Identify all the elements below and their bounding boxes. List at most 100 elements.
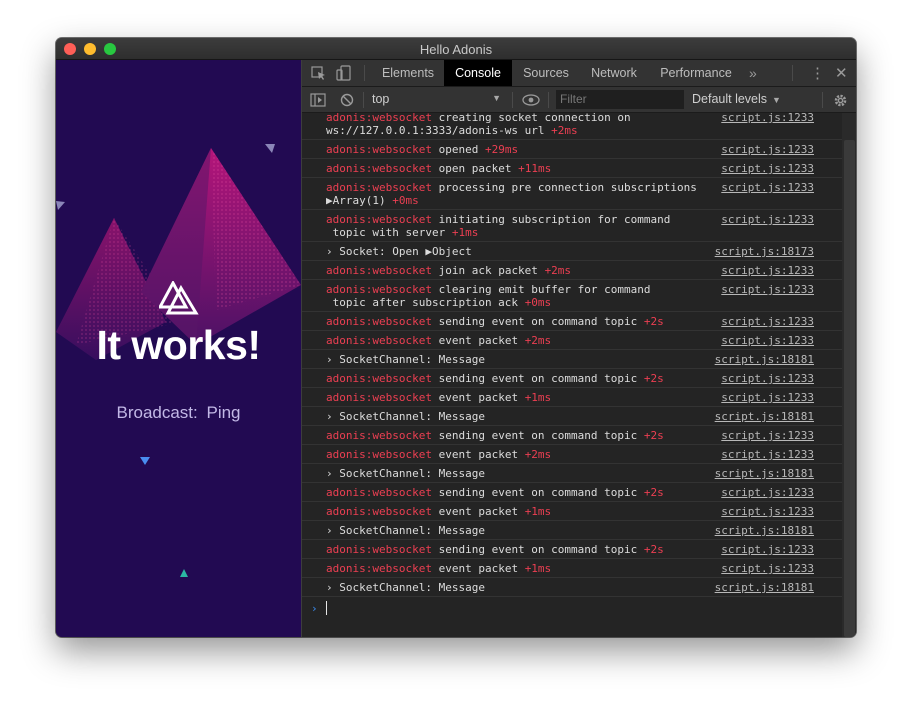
source-link[interactable]: script.js:18173 — [715, 245, 814, 258]
console-message-text: adonis:websocket sending event on comman… — [326, 486, 711, 499]
debug-namespace: adonis:websocket — [326, 315, 432, 328]
elapsed-time: +0ms — [392, 194, 419, 207]
console-message-text: adonis:websocket join ack packet +2ms — [326, 264, 711, 277]
console-message-text: adonis:websocket open packet +11ms — [326, 162, 711, 175]
console-message-row: › SocketChannel: Message script.js:18181 — [302, 407, 842, 426]
tab-network[interactable]: Network — [582, 60, 646, 86]
message-line: opened — [431, 143, 479, 156]
scrollbar-thumb[interactable] — [844, 140, 855, 637]
source-link[interactable]: script.js:1233 — [721, 372, 814, 385]
message-line: topic with server — [326, 226, 446, 239]
source-link[interactable]: script.js:1233 — [721, 448, 814, 461]
log-levels-label: Default levels — [692, 92, 768, 106]
source-link[interactable]: script.js:1233 — [721, 264, 814, 277]
page-heading: It works! — [96, 322, 261, 368]
source-link[interactable]: script.js:1233 — [721, 391, 814, 404]
console-object-log[interactable]: › SocketChannel: Message — [326, 581, 485, 594]
filter-input[interactable]: Filter — [556, 90, 684, 109]
elapsed-time: +1ms — [524, 505, 552, 518]
tab-elements[interactable]: Elements — [374, 60, 442, 86]
debug-namespace: adonis:websocket — [326, 334, 432, 347]
console-scrollbar[interactable] — [842, 113, 856, 637]
console-prompt[interactable]: › — [302, 599, 842, 619]
source-link[interactable]: script.js:1233 — [721, 543, 814, 556]
message-line: clearing emit buffer for command — [431, 283, 651, 296]
elapsed-time: +2s — [643, 429, 664, 442]
console-message-text: adonis:websocket event packet +1ms — [326, 391, 711, 404]
source-link[interactable]: script.js:18181 — [715, 353, 814, 366]
tab-sources[interactable]: Sources — [514, 60, 578, 86]
sidebar-toggle-icon[interactable] — [310, 93, 326, 107]
source-link[interactable]: script.js:1233 — [721, 113, 814, 124]
log-levels-dropdown[interactable]: Default levels ▼ — [692, 92, 781, 106]
source-link[interactable]: script.js:1233 — [721, 315, 814, 328]
source-link[interactable]: script.js:1233 — [721, 486, 814, 499]
console-message-row: adonis:websocket open packet +11ms script… — [302, 159, 842, 178]
divider — [363, 92, 364, 108]
divider — [792, 65, 793, 81]
message-line[interactable]: ▶Array(1) — [326, 194, 386, 207]
source-link[interactable]: script.js:18181 — [715, 410, 814, 423]
console-message-row: › Socket: Open ▶Object script.js:18173 — [302, 242, 842, 261]
clear-console-icon[interactable] — [340, 93, 354, 107]
console-object-log[interactable]: › SocketChannel: Message — [326, 467, 485, 480]
debug-namespace: adonis:websocket — [326, 505, 432, 518]
source-link[interactable]: script.js:1233 — [721, 562, 814, 575]
more-tabs-icon[interactable]: » — [749, 65, 757, 81]
window-title: Hello Adonis — [419, 42, 493, 57]
source-link[interactable]: script.js:18181 — [715, 467, 814, 480]
console-message-text: adonis:websocket creating socket connect… — [326, 113, 711, 137]
elapsed-time: +2ms — [551, 124, 578, 137]
console-object-log[interactable]: › SocketChannel: Message — [326, 410, 485, 423]
source-link[interactable]: script.js:1233 — [721, 213, 814, 226]
console-object-log[interactable]: › Socket: Open ▶Object — [326, 245, 472, 258]
message-line: ws://127.0.0.1:3333/adonis-ws url — [326, 124, 545, 137]
source-link[interactable]: script.js:18181 — [715, 524, 814, 537]
elapsed-time: +2ms — [524, 448, 552, 461]
debug-namespace: adonis:websocket — [326, 391, 432, 404]
console-object-log[interactable]: › SocketChannel: Message — [326, 524, 485, 537]
console-message-row: › SocketChannel: Message script.js:18181 — [302, 578, 842, 597]
console-message-row: adonis:websocket processing pre connecti… — [302, 178, 842, 210]
message-line: join ack packet — [431, 264, 538, 277]
browser-window: Hello Adonis It works! Broadcast: Ping E… — [56, 38, 856, 637]
console-output[interactable]: adonis:websocket creating socket connect… — [302, 113, 842, 637]
console-message-text: adonis:websocket event packet +2ms — [326, 334, 711, 347]
message-line: initiating subscription for command — [431, 213, 671, 226]
eye-icon[interactable] — [522, 94, 540, 106]
console-message-text: adonis:websocket sending event on comman… — [326, 429, 711, 442]
source-link[interactable]: script.js:1233 — [721, 143, 814, 156]
devtools-tab-bar: Elements Console Sources Network Perform… — [302, 60, 856, 87]
debug-namespace: adonis:websocket — [326, 486, 432, 499]
settings-gear-icon[interactable] — [833, 93, 848, 108]
source-link[interactable]: script.js:1233 — [721, 334, 814, 347]
console-message-text: › SocketChannel: Message — [326, 353, 711, 366]
source-link[interactable]: script.js:1233 — [721, 283, 814, 296]
console-message-row: adonis:websocket creating socket connect… — [302, 113, 842, 140]
console-message-text: › SocketChannel: Message — [326, 467, 711, 480]
device-toolbar-icon[interactable] — [336, 65, 352, 81]
close-devtools-icon[interactable]: ✕ — [835, 64, 848, 82]
console-message-row: adonis:websocket initiating subscription… — [302, 210, 842, 242]
tab-console[interactable]: Console — [444, 60, 512, 86]
triangle-decoration-icon — [180, 569, 188, 577]
console-message-row: adonis:websocket sending event on comman… — [302, 369, 842, 388]
source-link[interactable]: script.js:1233 — [721, 429, 814, 442]
inspect-element-icon[interactable] — [311, 66, 327, 80]
source-link[interactable]: script.js:1233 — [721, 162, 814, 175]
console-object-log[interactable]: › SocketChannel: Message — [326, 353, 485, 366]
console-message-row: adonis:websocket event packet +1ms script… — [302, 559, 842, 578]
console-message-row: adonis:websocket sending event on comman… — [302, 312, 842, 331]
source-link[interactable]: script.js:1233 — [721, 505, 814, 518]
context-value: top — [372, 92, 390, 106]
console-message-text: › SocketChannel: Message — [326, 581, 711, 594]
tab-performance[interactable]: Performance — [652, 60, 740, 86]
source-link[interactable]: script.js:18181 — [715, 581, 814, 594]
source-link[interactable]: script.js:1233 — [721, 181, 814, 194]
console-message-row: adonis:websocket opened +29ms script.js:1… — [302, 140, 842, 159]
divider — [548, 92, 549, 108]
context-selector[interactable]: top ▼ — [372, 92, 505, 106]
message-line: event packet — [431, 448, 519, 461]
broadcast-value: Ping — [206, 403, 241, 422]
kebab-menu-icon[interactable]: ⋮ — [810, 64, 825, 82]
